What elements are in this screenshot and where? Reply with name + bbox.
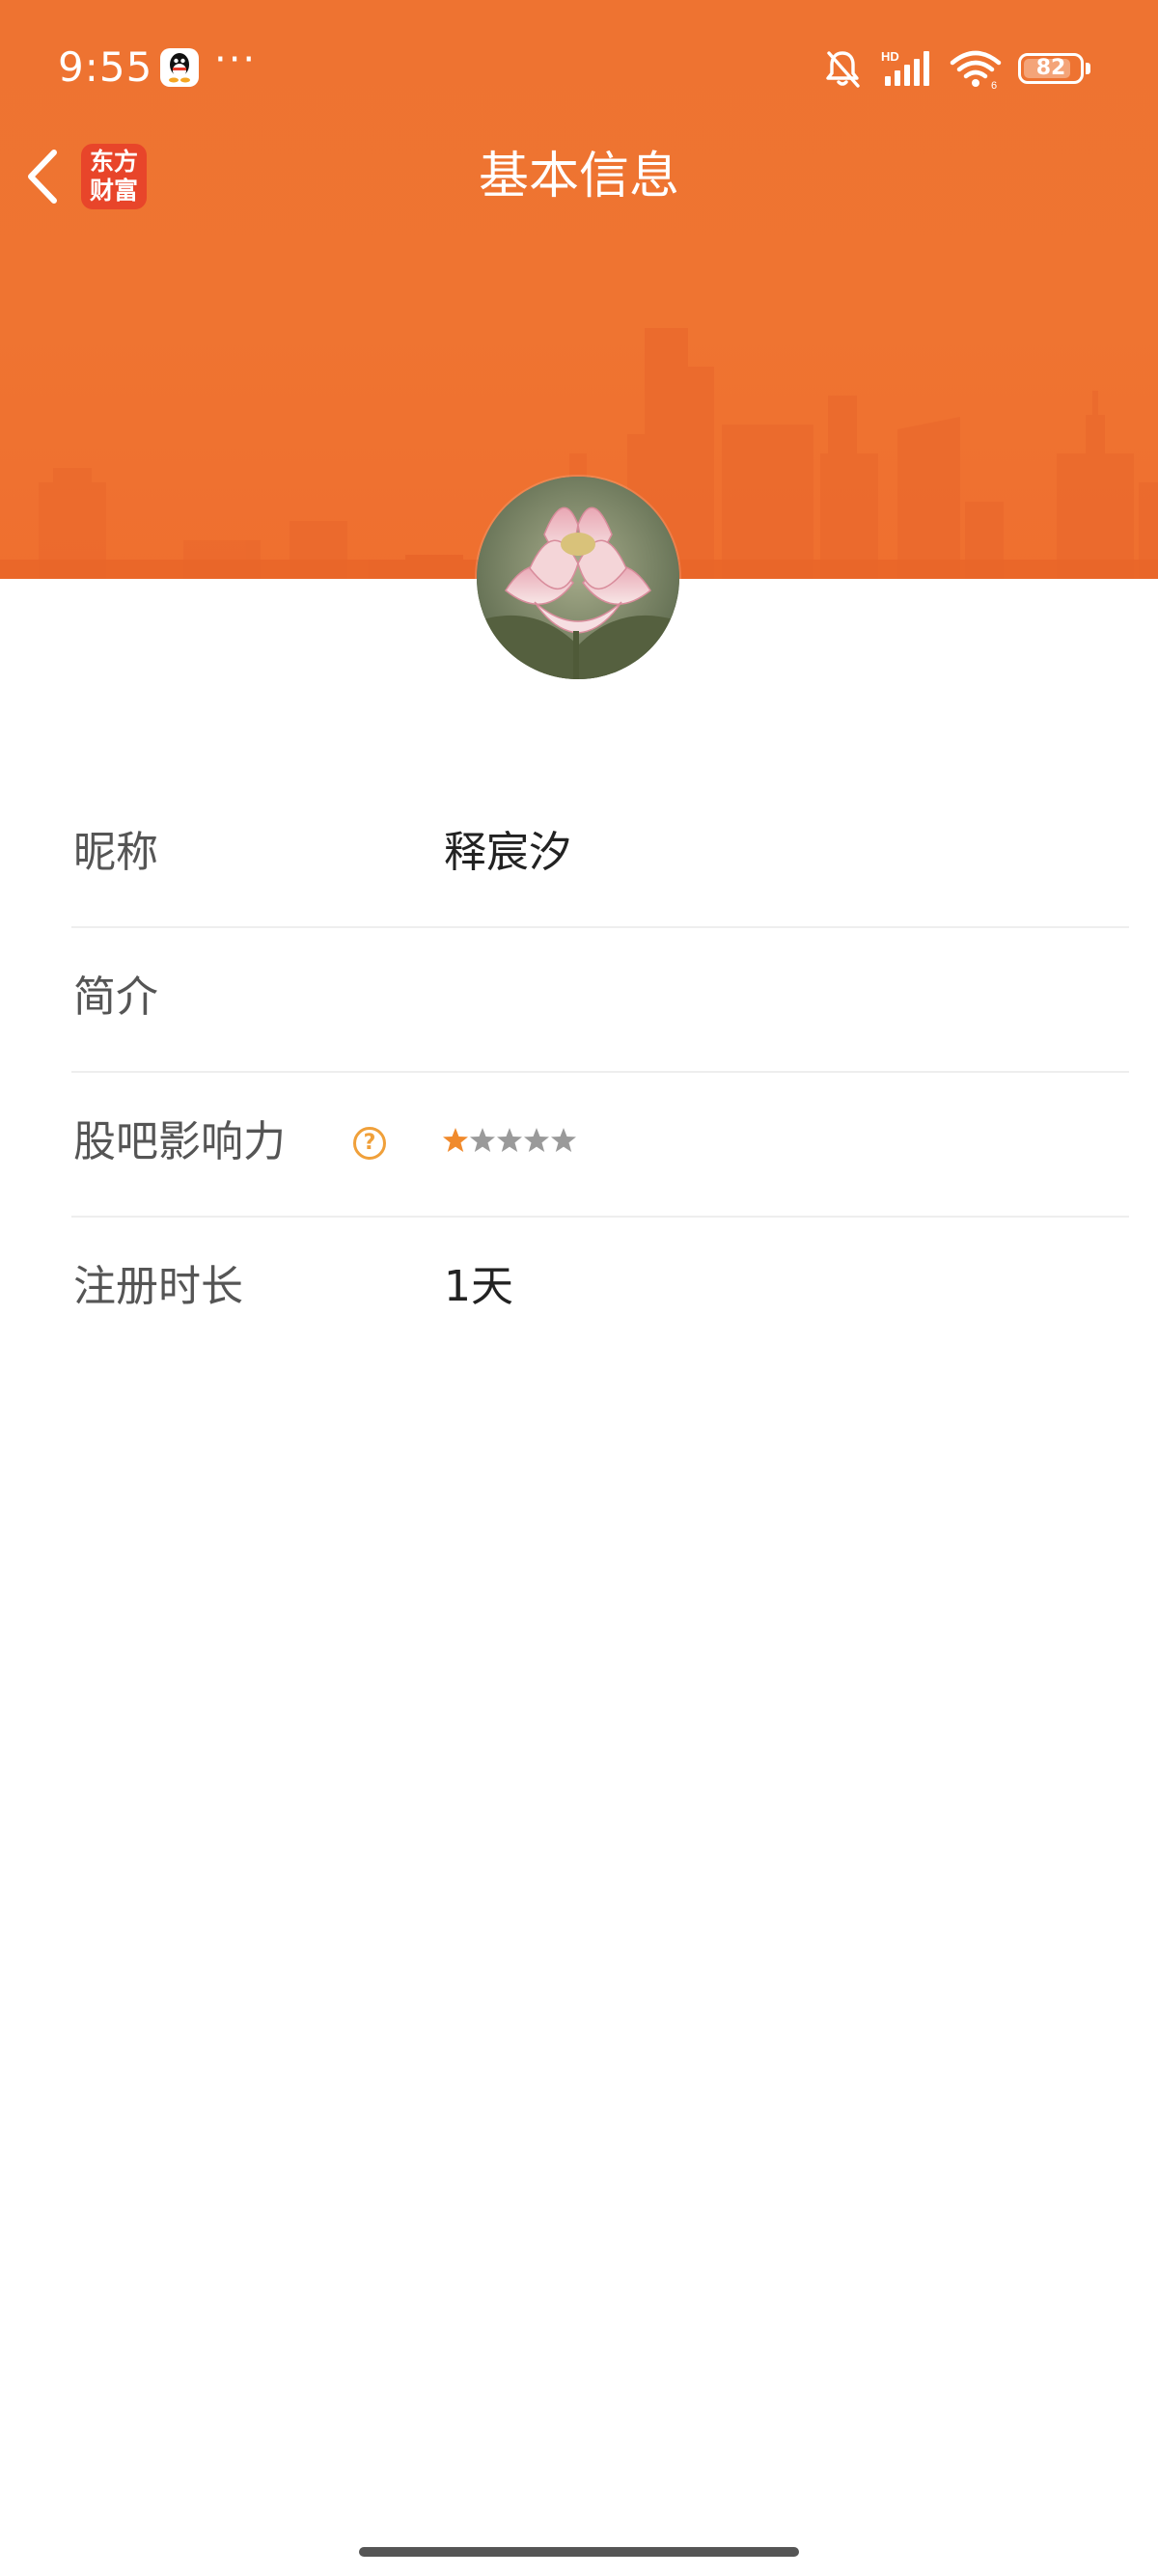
status-icons: HD 6 82 [821,44,1090,93]
registration-value: 1天 [444,1262,513,1311]
star-empty-icon [551,1128,576,1152]
bio-row[interactable]: 简介 [71,928,1129,1073]
nickname-row[interactable]: 昵称 释宸汐 [71,783,1129,928]
question-circle-icon[interactable]: ? [353,1127,386,1160]
star-empty-icon [470,1128,495,1152]
star-empty-icon [524,1128,549,1152]
registration-row: 注册时长 1天 [71,1218,1129,1362]
star-empty-icon [497,1128,522,1152]
battery-cap [1086,63,1090,74]
profile-info-list: 昵称 释宸汐 简介 股吧影响力 ? 注册时长 1天 [71,783,1129,1362]
status-bar: 9:55 ··· HD 6 82 [0,0,1158,135]
eastmoney-logo[interactable]: 东方 财富 [81,144,147,209]
nickname-label: 昵称 [73,828,158,877]
svg-text:6: 6 [991,80,997,90]
status-time: 9:55 [58,43,153,91]
bio-label: 简介 [73,973,158,1022]
battery-icon: 82 [1018,53,1084,84]
more-notifications-indicator: ··· [214,38,258,82]
star-filled-icon [443,1128,468,1152]
logo-line-1: 东方 [89,148,138,176]
home-indicator[interactable] [359,2547,799,2557]
mute-bell-icon [826,51,860,88]
wifi-icon: 6 [950,50,1002,90]
profile-basic-info-page: 9:55 ··· HD 6 82 东方 财富 基本信息 昵称 释宸汐 简介 股吧… [0,0,1158,2576]
battery-level: 82 [1035,56,1066,80]
chevron-left-icon [28,150,57,204]
svg-text:HD: HD [881,49,899,64]
avatar[interactable] [477,477,679,679]
influence-row: 股吧影响力 ? [71,1073,1129,1218]
influence-label: 股吧影响力 [73,1117,286,1166]
registration-label: 注册时长 [73,1262,243,1311]
nickname-value: 释宸汐 [444,828,571,877]
lotus-avatar-image [477,477,679,679]
hd-signal-icon: HD [881,49,929,86]
influence-rating [442,1119,577,1162]
logo-line-2: 财富 [89,177,138,205]
back-button[interactable] [17,145,75,208]
qq-icon [160,48,199,87]
